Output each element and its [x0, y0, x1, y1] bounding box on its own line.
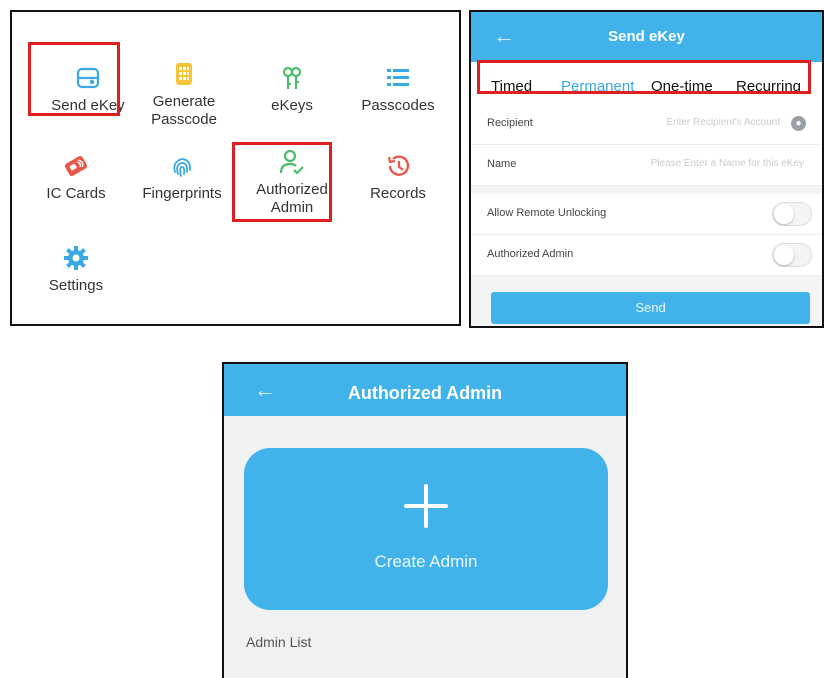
plus-icon [404, 484, 448, 528]
recipient-input[interactable]: Enter Recipient's Account [666, 117, 780, 128]
menu-item-label: Send eKey [51, 97, 125, 114]
tab-timed[interactable]: Timed [491, 78, 532, 95]
send-ekey-icon [76, 67, 100, 89]
menu-item-label: Passcodes [361, 97, 435, 114]
menu-item-label: Settings [48, 277, 104, 294]
menu-item-generate-passcode[interactable]: Generate Passcode [134, 60, 234, 129]
ekeys-icon [282, 66, 302, 89]
fingerprint-icon [173, 158, 191, 177]
create-admin-label: Create Admin [374, 552, 478, 571]
keypad-icon [176, 63, 192, 85]
menu-item-fingerprints[interactable]: Fingerprints [132, 152, 232, 203]
allow-remote-unlocking-label: Allow Remote Unlocking [487, 207, 607, 219]
allow-remote-unlocking-row: Allow Remote Unlocking [471, 194, 822, 235]
contact-book-icon[interactable]: ● [791, 116, 806, 131]
admin-list-heading: Admin List [246, 634, 312, 650]
recipient-label: Recipient [487, 117, 533, 129]
menu-item-send-ekey[interactable]: Send eKey [38, 64, 138, 115]
menu-item-label: IC Cards [46, 185, 106, 202]
authorized-admin-row: Authorized Admin [471, 235, 822, 276]
tab-one-time[interactable]: One-time [651, 78, 713, 95]
send-ekey-header: ← Send eKey [471, 12, 822, 62]
passcodes-icon [387, 69, 409, 86]
allow-remote-unlocking-toggle[interactable] [772, 202, 812, 226]
send-ekey-screen: ← Send eKey Timed Permanent One-time Rec… [469, 10, 824, 328]
authorized-admin-label: Authorized Admin [487, 248, 574, 260]
menu-item-ic-cards[interactable]: IC Cards [26, 152, 126, 203]
function-menu-panel: Send eKey Generate Passcode eKeys Passco… [10, 10, 461, 326]
tab-permanent[interactable]: Permanent [561, 78, 634, 95]
tab-recurring[interactable]: Recurring [736, 78, 801, 95]
recipient-row: Recipient Enter Recipient's Account ● [471, 104, 822, 145]
menu-item-ekeys[interactable]: eKeys [242, 64, 342, 115]
authorized-admin-screen: ← Authorized Admin Create Admin Admin Li… [222, 362, 628, 678]
page-title: Send eKey [608, 28, 685, 45]
menu-item-label: Records [370, 185, 426, 202]
authorized-admin-icon [279, 149, 304, 175]
menu-item-label: Generate Passcode [151, 93, 217, 128]
toggle-knob [774, 204, 794, 224]
records-icon [387, 155, 410, 176]
menu-item-passcodes[interactable]: Passcodes [348, 64, 448, 115]
name-row: Name Please Enter a Name for this eKey [471, 145, 822, 186]
authorized-admin-header: ← Authorized Admin [224, 364, 626, 416]
menu-item-records[interactable]: Records [348, 152, 448, 203]
menu-item-label: eKeys [271, 97, 313, 114]
authorized-admin-toggle[interactable] [772, 243, 812, 267]
page-title: Authorized Admin [347, 383, 503, 403]
create-admin-button[interactable]: Create Admin [244, 448, 608, 610]
toggle-knob [774, 245, 794, 265]
send-button[interactable]: Send [491, 292, 810, 324]
ic-card-icon [64, 156, 88, 176]
menu-item-authorized-admin[interactable]: Authorized Admin [242, 148, 342, 217]
name-input[interactable]: Please Enter a Name for this eKey [651, 158, 804, 169]
name-label: Name [487, 158, 517, 170]
menu-item-label: Fingerprints [142, 185, 222, 202]
menu-item-settings[interactable]: Settings [26, 244, 126, 295]
menu-item-label: Authorized Admin [256, 181, 328, 216]
gear-icon [64, 246, 88, 270]
